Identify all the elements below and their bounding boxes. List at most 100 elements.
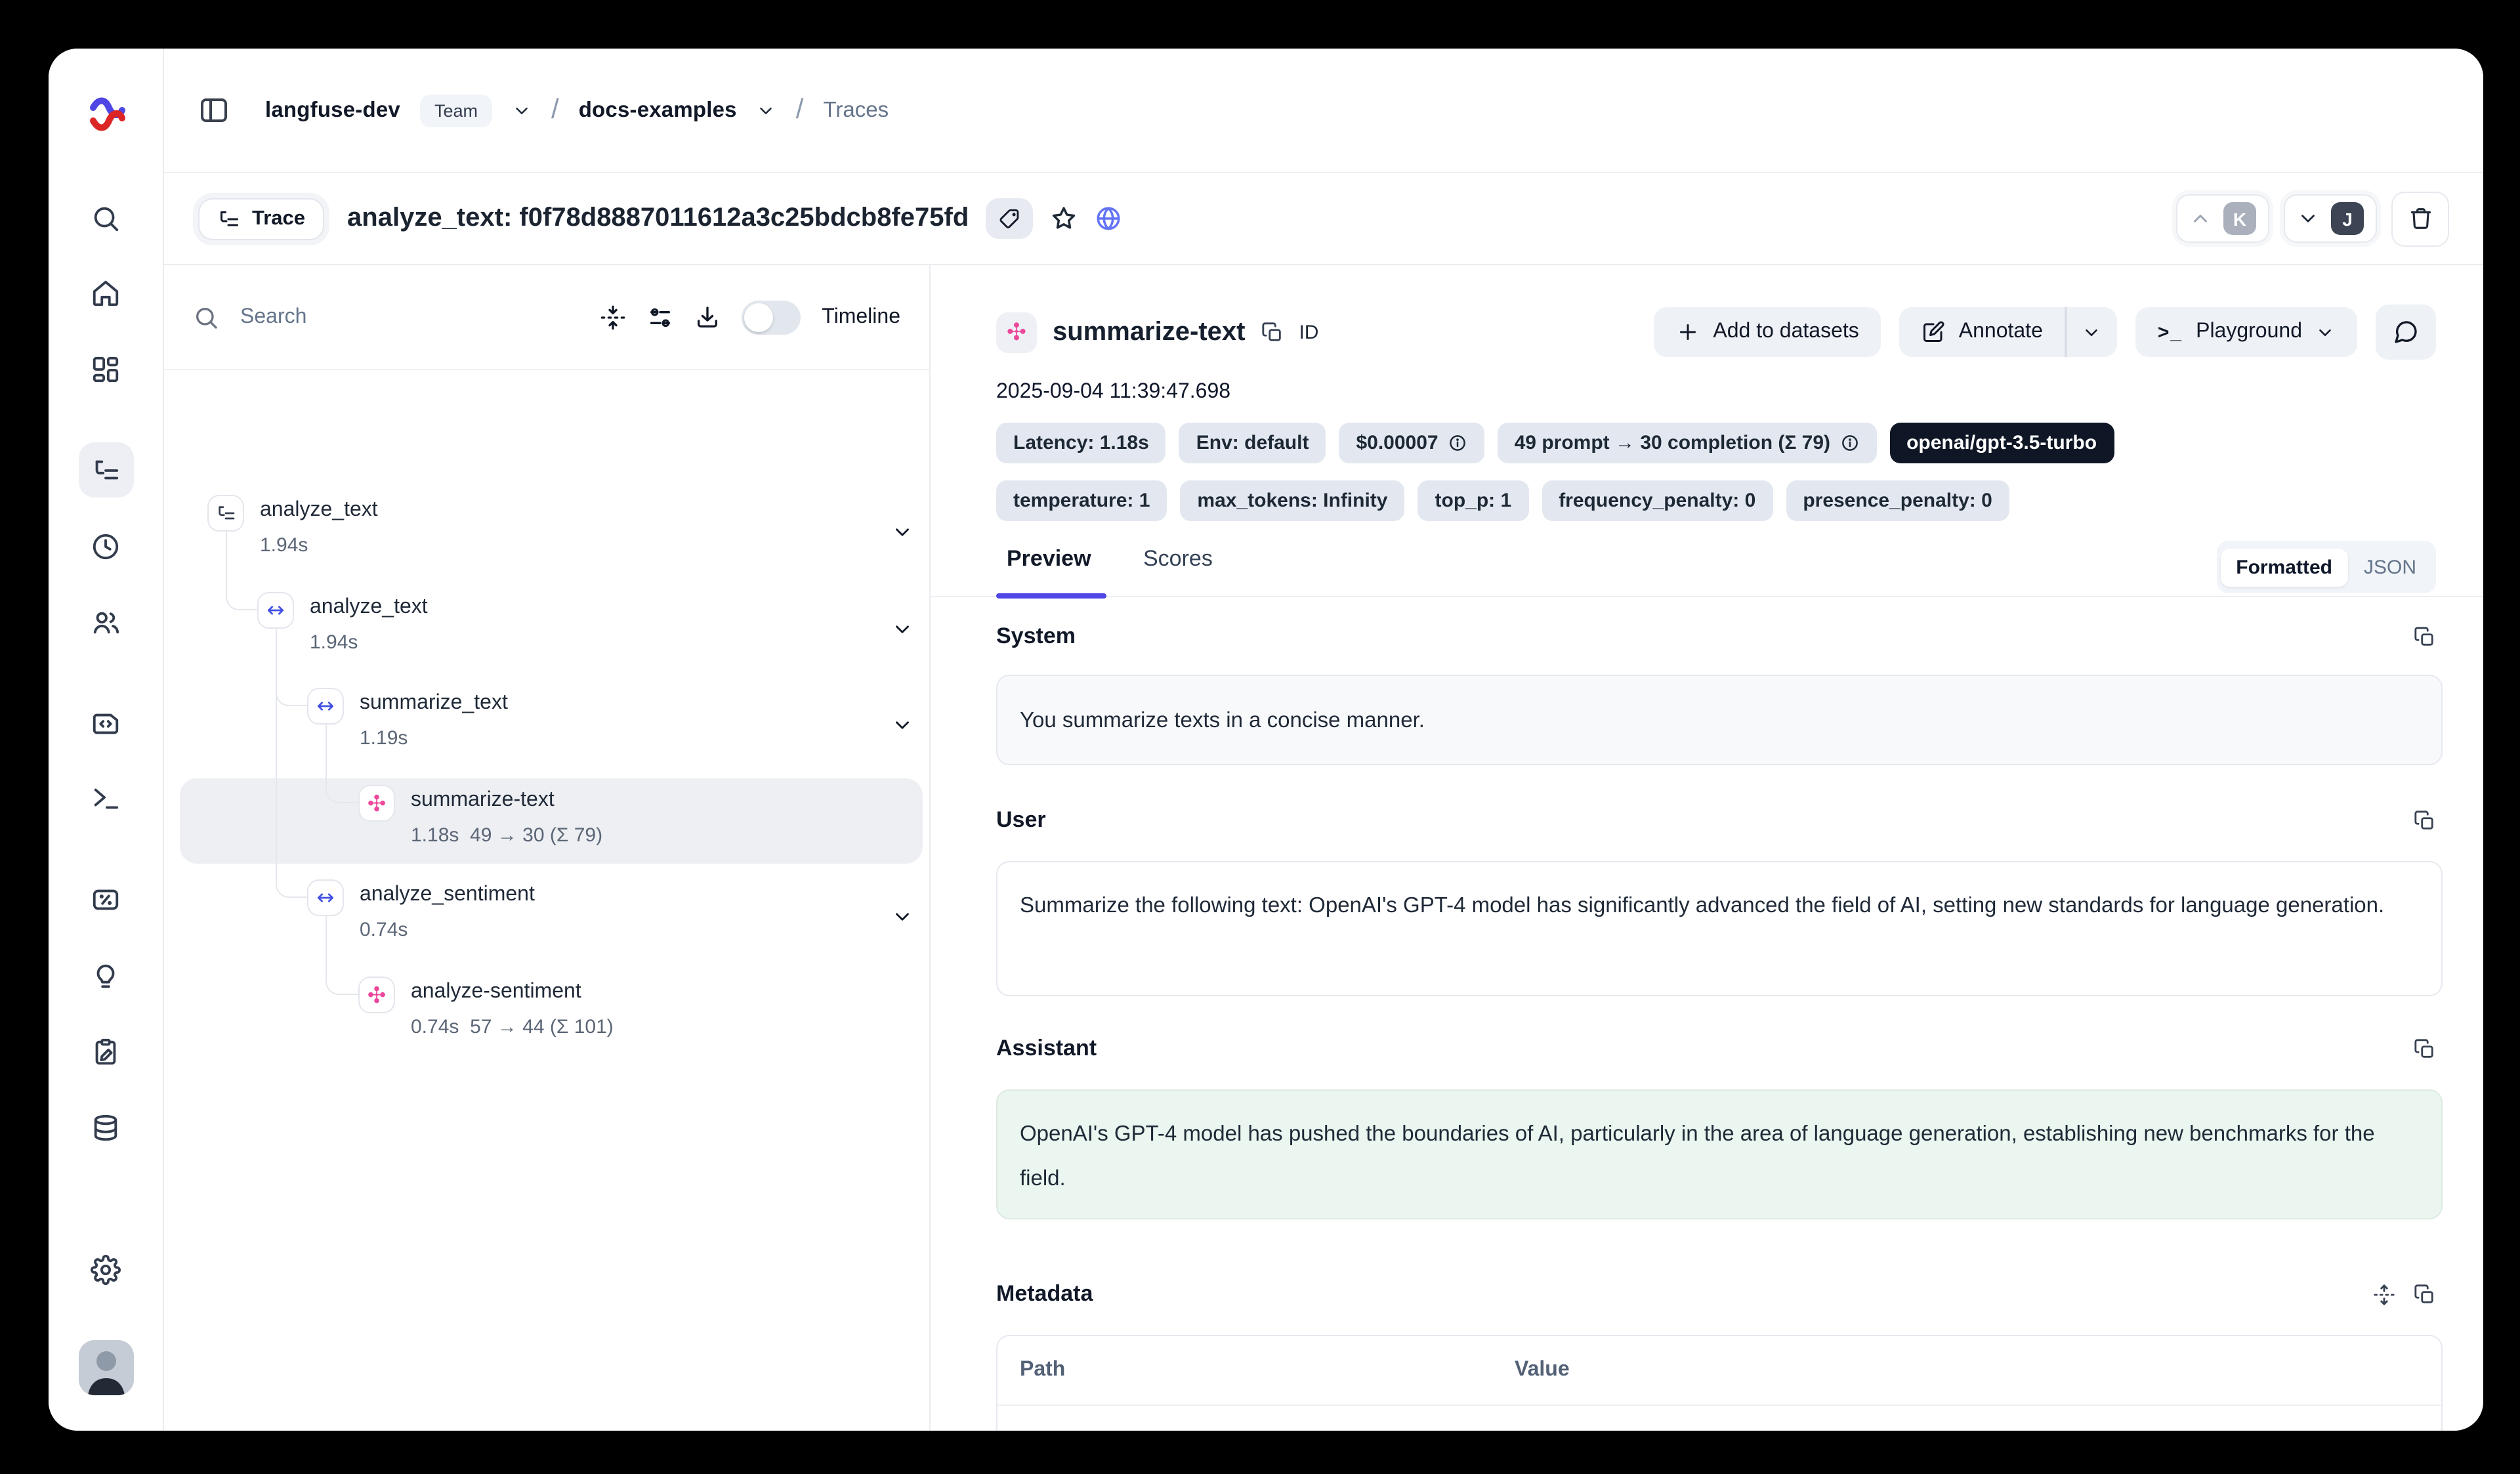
file-code-icon [91, 708, 121, 738]
comments-button[interactable] [2376, 305, 2436, 360]
chevron-up-icon [2189, 207, 2212, 230]
assistant-message-box: OpenAI's GPT-4 model has pushed the boun… [996, 1089, 2443, 1219]
project-switch-chevron[interactable] [757, 100, 776, 120]
breadcrumb-page[interactable]: Traces [823, 98, 889, 123]
trace-title: analyze_text: f0f78d8887011612a3c25bdcb8… [347, 203, 969, 234]
chevron-down-icon [512, 100, 532, 120]
org-switch-chevron[interactable] [512, 100, 532, 120]
observation-id-label: ID [1299, 321, 1318, 343]
download-button[interactable] [694, 304, 721, 330]
chevron-down-icon [2082, 322, 2102, 342]
sidebar-item-playground[interactable] [78, 770, 133, 826]
breadcrumb-bar: langfuse-dev Team / docs-examples / Trac… [164, 49, 2483, 173]
tree-search-input[interactable] [240, 305, 579, 329]
latency-badge: Latency: 1.18s [996, 423, 1166, 463]
tree-row-tokens: 49 → 30 (Σ 79) [470, 824, 602, 847]
tree-row-label: summarize_text [360, 692, 508, 715]
assistant-section-title: Assistant [996, 1036, 1097, 1062]
sidebar-item-tracing[interactable] [78, 442, 133, 497]
tree-row-duration: 1.19s [360, 727, 408, 749]
expand-metadata-button[interactable] [2373, 1283, 2395, 1305]
playground-label: Playground [2196, 320, 2302, 344]
add-to-datasets-label: Add to datasets [1713, 320, 1858, 344]
collapse-all-button[interactable] [600, 304, 626, 330]
copy-metadata-button[interactable] [2414, 1283, 2436, 1305]
format-toggle-formatted[interactable]: Formatted [2220, 548, 2348, 586]
sidebar-item-settings[interactable] [78, 1242, 133, 1297]
collapse-chevron[interactable] [891, 521, 914, 543]
metadata-column-value: Value [1515, 1348, 1570, 1393]
annotate-dropdown-button[interactable] [2067, 307, 2117, 357]
sidebar-item-annotation-queues[interactable] [78, 1024, 133, 1079]
sidebar-item-dashboards[interactable] [78, 341, 133, 396]
collapse-chevron[interactable] [891, 714, 914, 736]
breadcrumb-project[interactable]: docs-examples [579, 98, 737, 123]
tree-toolbar: Timeline [164, 265, 929, 370]
tab-preview[interactable]: Preview [1007, 546, 1091, 572]
nav-next-button[interactable]: J [2284, 194, 2377, 243]
dashboard-grid-icon [91, 354, 121, 384]
sliders-icon [647, 304, 673, 330]
users-icon [91, 607, 121, 637]
collapse-chevron[interactable] [891, 618, 914, 641]
observation-timestamp: 2025-09-04 11:39:47.698 [996, 381, 1230, 404]
tags-button[interactable] [986, 198, 1033, 239]
tree-row-duration: 0.74s [360, 919, 408, 941]
sidebar-item-datasets[interactable] [78, 1100, 133, 1155]
copy-assistant-button[interactable] [2414, 1038, 2436, 1060]
sidebar-item-evaluation[interactable] [78, 872, 133, 927]
model-badge[interactable]: openai/gpt-3.5-turbo [1889, 423, 2114, 463]
breadcrumb-separator: / [551, 95, 559, 126]
panel-toggle-button[interactable] [198, 95, 230, 126]
assistant-section-header: Assistant [996, 1033, 2436, 1064]
playground-button[interactable]: >_ Playground [2135, 307, 2357, 357]
add-to-datasets-button[interactable]: Add to datasets [1654, 307, 1881, 357]
trace-type-badge[interactable]: Trace [198, 198, 324, 240]
nav-previous-button[interactable]: K [2176, 194, 2269, 243]
breadcrumb-org[interactable]: langfuse-dev [265, 98, 400, 123]
tree-row-analyze_text-span[interactable]: analyze_text 1.94s [164, 587, 929, 673]
collapse-chevron[interactable] [891, 906, 914, 928]
span-type-icon [307, 879, 344, 916]
user-message-text: Summarize the following text: OpenAI's G… [1020, 894, 2384, 917]
annotate-split-button: Annotate [1900, 307, 2117, 357]
annotate-button[interactable]: Annotate [1900, 307, 2065, 357]
sidebar-item-sessions[interactable] [78, 518, 133, 574]
detail-tabs: Preview Scores Formatted JSON [996, 541, 2436, 597]
delete-trace-button[interactable] [2391, 191, 2449, 246]
metadata-section-header: Metadata [996, 1278, 2436, 1310]
public-share-button[interactable] [1095, 205, 1122, 232]
user-avatar[interactable] [78, 1340, 133, 1395]
token-usage-badge[interactable]: 49 prompt → 30 completion (Σ 79) [1498, 423, 1876, 463]
cost-badge[interactable]: $0.00007 [1339, 423, 1484, 463]
sidebar-item-home[interactable] [78, 265, 133, 320]
gear-icon [91, 1254, 121, 1284]
timeline-toggle[interactable] [742, 300, 801, 334]
panel-left-icon [198, 95, 230, 126]
bookmark-star-button[interactable] [1050, 205, 1078, 232]
copy-user-button[interactable] [2414, 809, 2436, 832]
tree-row-analyze_sentiment-span[interactable]: analyze_sentiment 0.74s [164, 874, 929, 961]
sidebar-item-insights[interactable] [78, 948, 133, 1003]
copy-id-button[interactable] [1261, 321, 1283, 343]
assistant-message-text: OpenAI's GPT-4 model has pushed the boun… [1020, 1122, 2375, 1190]
system-section-title: System [996, 623, 1076, 650]
sidebar-item-search[interactable] [78, 190, 133, 245]
plus-icon [1676, 320, 1700, 344]
chevron-down-icon [757, 100, 776, 120]
tree-row-duration: 1.18s 49 → 30 (Σ 79) [411, 824, 602, 847]
format-toggle-json[interactable]: JSON [2348, 548, 2432, 586]
tree-settings-button[interactable] [647, 304, 673, 330]
tree-row-analyze_text-trace[interactable]: analyze_text 1.94s [164, 490, 929, 576]
tree-row-analyze-sentiment-generation[interactable]: ✣ analyze-sentiment 0.74s 57 → 44 (Σ 101… [164, 971, 929, 1058]
tab-scores[interactable]: Scores [1143, 546, 1213, 572]
tree-row-summarize_text-span[interactable]: summarize_text 1.19s [164, 683, 929, 769]
copy-icon [2414, 625, 2436, 648]
terminal-prompt-glyph: >_ [2158, 321, 2183, 343]
sidebar-item-users[interactable] [78, 595, 133, 650]
tree-row-label: summarize-text [411, 789, 555, 812]
copy-system-button[interactable] [2414, 625, 2436, 648]
sidebar-item-prompts[interactable] [78, 696, 133, 751]
metadata-table: Path Value [996, 1335, 2443, 1431]
tree-row-summarize-text-generation[interactable]: ✣ summarize-text 1.18s 49 → 30 (Σ 79) [164, 780, 929, 866]
